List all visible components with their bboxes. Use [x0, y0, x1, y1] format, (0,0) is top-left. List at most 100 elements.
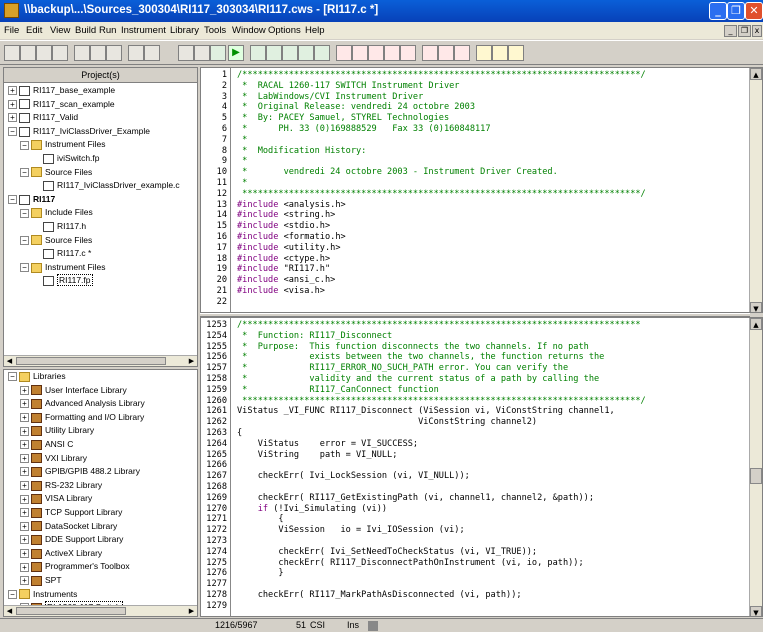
edit-icon[interactable] [476, 45, 492, 61]
code-line[interactable]: 1278 checkErr( RI117_MarkPathAsDisconnec… [201, 590, 762, 601]
menu-help[interactable]: Help [305, 25, 325, 36]
redo-icon[interactable] [144, 45, 160, 61]
code-line[interactable]: 1265 ViString path = VI_NULL; [201, 450, 762, 461]
project-icon[interactable] [178, 45, 194, 61]
code-line[interactable]: 10 * vendredi 24 octobre 2003 - Instrume… [201, 167, 762, 178]
tree-folder[interactable]: − Instrument Files [20, 138, 105, 151]
tree-item[interactable]: RI117.h [32, 220, 86, 233]
expand-icon[interactable]: + [20, 467, 29, 477]
code-line[interactable]: 1266 [201, 460, 762, 471]
tree-item[interactable]: + TCP Support Library [20, 506, 122, 519]
tree-item[interactable]: RI117_IviClassDriver_example.c [32, 179, 180, 192]
code-line[interactable]: 1267 checkErr( Ivi_LockSession (vi, VI_N… [201, 471, 762, 482]
tree-folder[interactable]: − Source Files [20, 166, 92, 179]
library-hscroll[interactable]: ◀ ▶ [4, 605, 197, 616]
code-line[interactable]: 3 * LabWindows/CVI Instrument Driver [201, 92, 762, 103]
code-line[interactable]: 1259 * RI117_CanConnect function [201, 385, 762, 396]
paste-icon[interactable] [106, 45, 122, 61]
memory-icon[interactable] [400, 45, 416, 61]
code-line[interactable]: 1270 if (!Ivi_Simulating (vi)) [201, 504, 762, 515]
code-line[interactable]: 1276 } [201, 568, 762, 579]
code-line[interactable]: 1255 * Purpose: This function disconnect… [201, 342, 762, 353]
variables-icon[interactable] [384, 45, 400, 61]
tree-item[interactable]: + Formatting and I/O Library [20, 411, 144, 424]
code-line[interactable]: 5 * By: PACEY Samuel, STYREL Technologie… [201, 113, 762, 124]
code-line[interactable]: 8 * Modification History: [201, 146, 762, 157]
tree-item[interactable]: + ActiveX Library [20, 547, 102, 560]
replace-icon[interactable] [454, 45, 470, 61]
finish-icon[interactable] [298, 45, 314, 61]
tree-item[interactable]: + Advanced Analysis Library [20, 397, 145, 410]
watch-icon[interactable] [352, 45, 368, 61]
code-line[interactable]: 4 * Original Release: vendredi 24 octobr… [201, 102, 762, 113]
collapse-icon[interactable]: − [20, 167, 29, 177]
collapse-icon[interactable]: − [8, 195, 17, 205]
collapse-icon[interactable]: − [20, 140, 29, 150]
code-line[interactable]: 2 * RACAL 1260-117 SWITCH Instrument Dri… [201, 81, 762, 92]
code-line[interactable]: 1275 checkErr( RI117_DisconnectPathOnIns… [201, 558, 762, 569]
scroll-left-icon[interactable]: ◀ [4, 606, 15, 616]
breakpoint-icon[interactable] [336, 45, 352, 61]
code-line[interactable]: 1 /**************************************… [201, 70, 762, 81]
tree-item[interactable]: + RI117_base_example [8, 84, 115, 97]
expand-icon[interactable]: + [20, 399, 29, 409]
expand-icon[interactable]: + [20, 508, 29, 518]
run-icon[interactable]: ▶ [228, 45, 244, 61]
tree-folder[interactable]: − Libraries [8, 370, 66, 383]
code-line[interactable]: 1271 { [201, 514, 762, 525]
cut-icon[interactable] [74, 45, 90, 61]
menu-tools[interactable]: Tools [204, 25, 226, 36]
step-icon[interactable] [250, 45, 266, 61]
code-line[interactable]: 1272 ViSession io = Ivi_IOSession (vi); [201, 525, 762, 536]
menu-edit[interactable]: Edit [26, 25, 42, 36]
step-over-icon[interactable] [266, 45, 282, 61]
code-line[interactable]: 1279 [201, 601, 762, 612]
tree-item[interactable]: + VXI Library [20, 452, 87, 465]
code-line[interactable]: 1277 [201, 579, 762, 590]
scroll-thumb[interactable] [16, 607, 126, 615]
collapse-icon[interactable]: − [20, 235, 29, 245]
scroll-thumb[interactable] [16, 357, 166, 365]
code-line[interactable]: 1264 ViStatus error = VI_SUCCESS; [201, 439, 762, 450]
code-line[interactable]: 12 *************************************… [201, 189, 762, 200]
tree-item[interactable]: + GPIB/GPIB 488.2 Library [20, 465, 140, 478]
code-line[interactable]: 18 #include <ctype.h> [201, 254, 762, 265]
minimize-button[interactable]: _ [709, 2, 727, 20]
find-next-icon[interactable] [438, 45, 454, 61]
expand-icon[interactable]: + [20, 549, 29, 559]
code-line[interactable]: 1263 { [201, 428, 762, 439]
tree-item[interactable]: + RI117_scan_example [8, 98, 115, 111]
code-line[interactable]: 7 * [201, 135, 762, 146]
build-icon[interactable] [194, 45, 210, 61]
open-icon[interactable] [20, 45, 36, 61]
expand-icon[interactable]: + [20, 385, 29, 395]
compile-icon[interactable] [210, 45, 226, 61]
tree-item[interactable]: + DataSocket Library [20, 520, 117, 533]
close-button[interactable]: ✕ [745, 2, 763, 20]
code-line[interactable]: 13 #include <analysis.h> [201, 200, 762, 211]
menu-view[interactable]: View [50, 25, 70, 36]
menu-window[interactable]: Window [232, 25, 266, 36]
function-panel-icon[interactable] [492, 45, 508, 61]
collapse-icon[interactable]: − [8, 589, 17, 599]
scroll-down-icon[interactable]: ▼ [750, 606, 762, 616]
code-editor-top[interactable]: 1 /**************************************… [200, 67, 763, 313]
collapse-icon[interactable]: − [20, 208, 29, 218]
mdi-restore-button[interactable]: ❐ [738, 25, 751, 37]
tree-folder[interactable]: − Source Files [20, 234, 92, 247]
code-line[interactable]: 1254 * Function: RI117_Disconnect [201, 331, 762, 342]
project-hscroll[interactable]: ◀ ▶ [4, 355, 197, 366]
menu-instrument[interactable]: Instrument [121, 25, 166, 36]
expand-icon[interactable]: + [20, 576, 29, 586]
expand-icon[interactable]: + [20, 426, 29, 436]
menu-file[interactable]: File [4, 25, 19, 36]
continue-icon[interactable] [314, 45, 330, 61]
collapse-icon[interactable]: − [20, 263, 29, 273]
tree-folder[interactable]: − Instrument Files [20, 261, 105, 274]
scroll-right-icon[interactable]: ▶ [186, 606, 197, 616]
tree-item[interactable]: + SPT [20, 574, 62, 587]
tree-item[interactable]: + VISA Library [20, 492, 92, 505]
undo-icon[interactable] [128, 45, 144, 61]
tree-item[interactable]: + DDE Support Library [20, 533, 123, 546]
maximize-button[interactable]: ❐ [727, 2, 745, 20]
